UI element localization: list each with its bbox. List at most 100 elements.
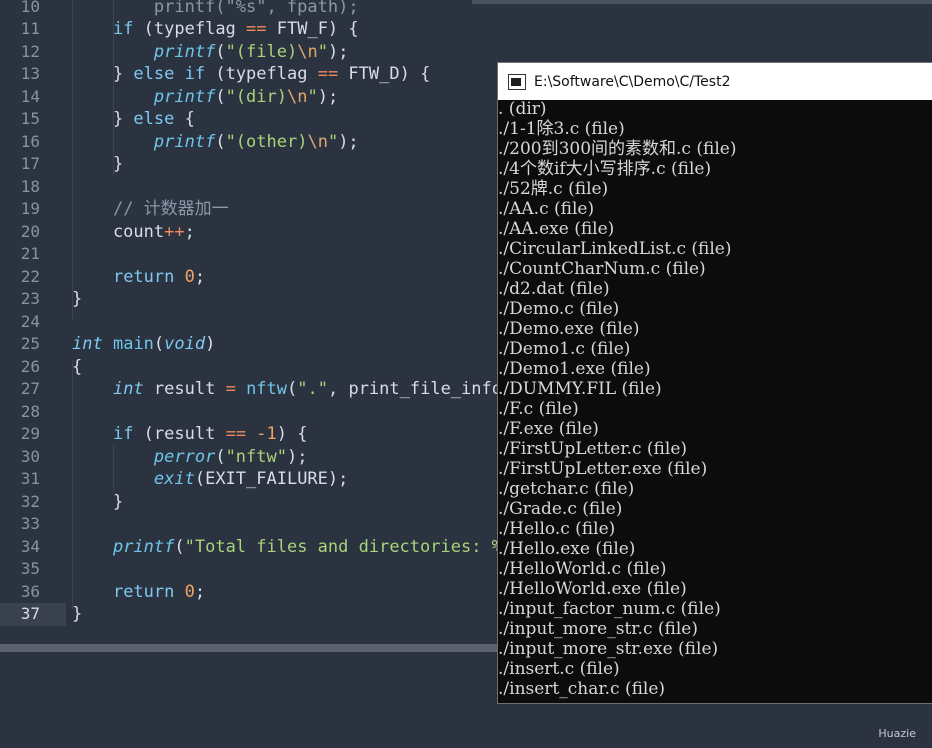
line-number: 15 xyxy=(20,109,40,128)
code-token: FTW_D) { xyxy=(338,64,431,84)
code-token: int xyxy=(72,334,103,354)
code-token: else xyxy=(133,64,175,84)
line-number: 31 xyxy=(20,469,40,488)
code-token: "(dir) xyxy=(225,86,287,107)
code-token: \n xyxy=(297,41,318,62)
code-token: printf xyxy=(153,131,216,152)
code-token: "nftw" xyxy=(225,446,287,467)
editor-scrollbar-thumb[interactable] xyxy=(472,0,932,4)
indent-guide xyxy=(72,360,73,610)
code-token: { xyxy=(72,356,83,377)
code-token: " xyxy=(317,41,328,62)
line-number: 19 xyxy=(20,199,40,218)
code-token: } xyxy=(72,289,83,309)
code-token: (typeflag xyxy=(205,64,318,84)
code-text: printf("%s", fpath); xyxy=(72,0,359,18)
code-token: if xyxy=(184,64,206,84)
line-number: 26 xyxy=(20,356,40,376)
console-output-line: ./Demo1.exe (file) xyxy=(498,359,651,379)
console-window[interactable]: E:\Software\C\Demo\C/Test2 . (dir) ./1-1除… xyxy=(497,62,932,704)
code-token: } xyxy=(72,109,134,129)
code-token: 0 xyxy=(184,581,195,602)
indent-guide xyxy=(113,0,114,175)
code-token: \n xyxy=(286,86,308,107)
console-titlebar[interactable]: E:\Software\C\Demo\C/Test2 xyxy=(498,63,932,100)
console-output-line: ./input_factor_num.c (file) xyxy=(498,599,721,619)
line-number: 24 xyxy=(20,311,40,331)
indent-guide xyxy=(113,445,114,490)
console-output-line: ./HelloWorld.c (file) xyxy=(498,559,667,579)
code-text: perror("nftw"); xyxy=(72,446,308,469)
code-text: } xyxy=(72,491,123,514)
code-token: " xyxy=(327,131,339,152)
console-output-line: ./1-1除3.c (file) xyxy=(498,119,625,139)
line-number: 35 xyxy=(20,559,40,578)
code-token: (EXIT_FAILURE); xyxy=(194,469,349,489)
code-token: ++ xyxy=(164,221,185,242)
code-token: ; xyxy=(184,221,195,242)
code-token: } xyxy=(72,491,124,512)
code-token: printf("%s", fpath); xyxy=(72,0,359,17)
line-number: 17 xyxy=(20,154,40,173)
console-output-line: . (dir) xyxy=(498,99,547,119)
code-text: printf("(other)\n"); xyxy=(72,131,359,154)
console-output-line: ./F.exe (file) xyxy=(498,419,599,439)
code-token: perror xyxy=(153,446,216,467)
line-number: 36 xyxy=(20,581,40,601)
code-token: "." xyxy=(297,379,328,399)
code-text: printf("Total files and directories: % xyxy=(72,536,502,559)
code-token: " xyxy=(307,86,318,107)
line-number: 14 xyxy=(20,86,40,106)
code-token: return xyxy=(112,581,175,602)
code-token: return xyxy=(112,266,175,287)
code-token: ); xyxy=(338,131,359,152)
console-output[interactable]: . (dir) ./1-1除3.c (file) ./200到300间的素数和.c … xyxy=(498,99,932,703)
code-token: ( xyxy=(174,536,185,557)
code-text: int result = nftw(".", print_file_info xyxy=(72,378,502,401)
console-output-line: ./52牌.c (file) xyxy=(498,179,609,199)
code-token: printf xyxy=(112,536,175,557)
line-number: 12 xyxy=(20,41,40,61)
code-text: } else { xyxy=(72,108,195,131)
line-number: 10 xyxy=(20,0,40,16)
code-token: ( xyxy=(287,379,298,399)
line-number: 32 xyxy=(20,491,40,511)
code-text: if (result == -1) { xyxy=(72,423,308,446)
code-token: // 计数器加一 xyxy=(112,199,229,219)
console-output-line: ./Hello.exe (file) xyxy=(498,539,636,559)
code-token: void xyxy=(164,334,206,354)
code-token: (typeflag xyxy=(133,19,247,39)
line-number: 37 xyxy=(20,604,40,623)
code-token: -1 xyxy=(256,424,277,444)
code-line[interactable]: 12 printf("(file)\n"); xyxy=(0,41,932,64)
console-output-line: ./FirstUpLetter.exe (file) xyxy=(498,459,708,479)
code-token: printf xyxy=(153,41,216,62)
console-output-line: ./AA.exe (file) xyxy=(498,219,615,239)
code-token: ; xyxy=(194,581,206,602)
console-output-line: ./DUMMY.FIL (file) xyxy=(498,379,662,399)
line-number: 20 xyxy=(20,221,40,241)
indent-guide xyxy=(72,0,73,320)
line-number: 23 xyxy=(20,289,40,308)
code-token: , print_file_info xyxy=(327,379,502,399)
code-token: ( xyxy=(153,334,165,354)
code-token: ( xyxy=(215,86,226,107)
console-output-line: ./200到300间的素数和.c (file) xyxy=(498,139,737,159)
code-line[interactable]: 11 if (typeflag == FTW_F) { xyxy=(0,18,932,41)
console-output-line: ./FirstUpLetter.c (file) xyxy=(498,439,688,459)
code-token: "(file) xyxy=(225,41,298,62)
console-app-icon xyxy=(508,73,526,90)
code-token: "Total files and directories: % xyxy=(184,536,502,557)
code-text: if (typeflag == FTW_F) { xyxy=(72,18,359,41)
code-token: result xyxy=(143,379,226,399)
code-text: int main(void) xyxy=(72,333,215,356)
console-output-line: ./Demo.c (file) xyxy=(498,299,620,319)
code-token: main xyxy=(112,334,154,354)
